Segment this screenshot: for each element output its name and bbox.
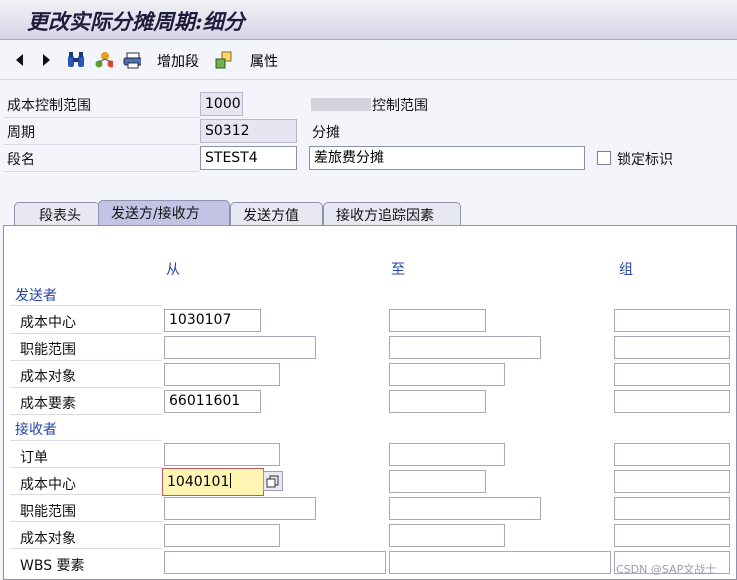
receiver-wbs-element-to[interactable]: [389, 551, 611, 574]
period-desc: 分摊: [312, 125, 340, 141]
tab-segment-header[interactable]: 段表头: [14, 202, 100, 226]
sender-cost-element-group[interactable]: [614, 390, 730, 413]
copy-icon: [266, 475, 279, 488]
attributes-button[interactable]: 属性: [250, 51, 278, 71]
divider: [10, 521, 162, 522]
receiver-order-to[interactable]: [389, 443, 505, 466]
add-segment-button[interactable]: 增加段: [157, 51, 199, 71]
sender-functional-area-from[interactable]: [164, 336, 316, 359]
controlling-area-field[interactable]: 1000: [200, 92, 243, 116]
segment-icon[interactable]: [214, 51, 232, 69]
print-icon[interactable]: [123, 51, 141, 69]
toolbar: 增加段 属性: [0, 40, 737, 80]
sender-functional-area-to[interactable]: [389, 336, 541, 359]
arrow-left-icon[interactable]: [10, 51, 28, 69]
hierarchy-icon[interactable]: [95, 51, 113, 69]
receiver-cost-object-from[interactable]: [164, 524, 280, 547]
receiver-cost-center-from[interactable]: 1040101: [162, 468, 264, 496]
receiver-wbs-element-from[interactable]: [164, 551, 386, 574]
sender-functional-area-group[interactable]: [614, 336, 730, 359]
period-field[interactable]: S0312: [200, 119, 297, 143]
arrow-right-icon[interactable]: [38, 51, 56, 69]
text-cursor: [230, 473, 232, 488]
segment-name-label: 段名: [7, 152, 35, 168]
sender-cost-element-from[interactable]: 66011601: [164, 390, 261, 413]
sender-cost-object-group[interactable]: [614, 363, 730, 386]
divider: [10, 548, 162, 549]
divider: [3, 171, 199, 172]
sender-cost-object-to[interactable]: [389, 363, 505, 386]
divider: [3, 117, 199, 118]
controlling-area-label: 成本控制范围: [7, 98, 91, 114]
divider: [10, 387, 162, 388]
receiver-order-label: 订单: [20, 450, 48, 466]
divider: [10, 333, 162, 334]
sender-cost-center-from[interactable]: 1030107: [164, 309, 261, 332]
period-label: 周期: [7, 125, 35, 141]
column-header-group: 组: [619, 262, 633, 278]
title-bar: 更改实际分摊周期:细分: [0, 0, 737, 40]
receiver-cost-center-from-value: 1040101: [167, 474, 230, 490]
tab-sender-values[interactable]: 发送方值: [230, 202, 323, 226]
receiver-order-group[interactable]: [614, 443, 730, 466]
receiver-cost-object-to[interactable]: [389, 524, 505, 547]
sender-cost-object-label: 成本对象: [20, 369, 76, 385]
divider: [10, 305, 162, 306]
sender-cost-element-to[interactable]: [389, 390, 486, 413]
window-title: 更改实际分摊周期:细分: [27, 9, 245, 34]
sender-cost-object-from[interactable]: [164, 363, 280, 386]
receiver-cost-object-group[interactable]: [614, 524, 730, 547]
segment-name-field[interactable]: STEST4: [200, 146, 297, 170]
receiver-functional-area-label: 职能范围: [20, 504, 76, 520]
divider: [10, 360, 162, 361]
receiver-functional-area-to[interactable]: [389, 497, 541, 520]
tab-strip: 段表头 发送方/接收方 发送方值 接收方追踪因素: [0, 200, 737, 226]
value-help-button[interactable]: [263, 471, 283, 491]
lock-indicator-label: 锁定标识: [617, 152, 673, 168]
tab-receiver-tracing-factors[interactable]: 接收方追踪因素: [323, 202, 461, 226]
receiver-order-from[interactable]: [164, 443, 280, 466]
divider: [10, 494, 162, 495]
lock-indicator-checkbox[interactable]: [597, 151, 611, 165]
receiver-cost-center-to[interactable]: [389, 470, 486, 493]
divider: [10, 440, 162, 441]
redacted-block: [311, 98, 371, 111]
sender-section-title: 发送者: [15, 288, 57, 304]
receiver-cost-object-label: 成本对象: [20, 531, 76, 547]
column-header-to: 至: [391, 262, 405, 278]
receiver-functional-area-group[interactable]: [614, 497, 730, 520]
receiver-cost-center-group[interactable]: [614, 470, 730, 493]
controlling-area-desc: 控制范围: [372, 98, 428, 114]
sender-functional-area-label: 职能范围: [20, 342, 76, 358]
receiver-wbs-element-label: WBS 要素: [20, 558, 85, 574]
watermark: CSDN @SAP文战士: [616, 563, 717, 576]
receiver-section-title: 接收者: [15, 422, 57, 438]
tab-sender-receiver[interactable]: 发送方/接收方: [98, 200, 230, 226]
sender-cost-center-group[interactable]: [614, 309, 730, 332]
segment-description-field[interactable]: 差旅费分摊: [309, 146, 585, 170]
binoculars-icon[interactable]: [66, 51, 84, 69]
sender-cost-center-to[interactable]: [389, 309, 486, 332]
divider: [10, 467, 162, 468]
divider: [10, 414, 162, 415]
column-header-from: 从: [166, 262, 180, 278]
sender-cost-center-label: 成本中心: [20, 315, 76, 331]
divider: [3, 144, 199, 145]
receiver-cost-center-label: 成本中心: [20, 477, 76, 493]
sender-cost-element-label: 成本要素: [20, 396, 76, 412]
receiver-functional-area-from[interactable]: [164, 497, 316, 520]
